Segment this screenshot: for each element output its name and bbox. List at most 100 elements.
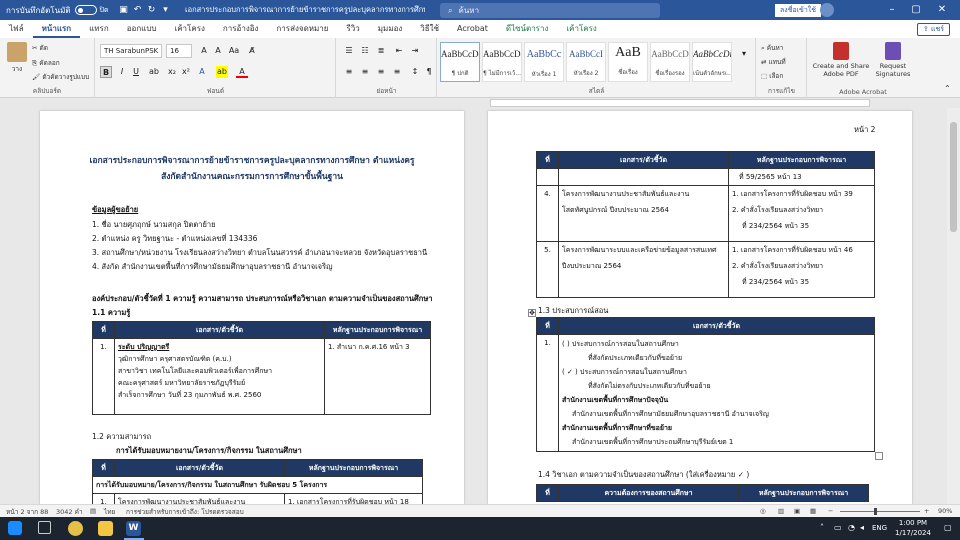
highlight-icon[interactable]: ab xyxy=(216,66,228,78)
share-button[interactable]: ⇪ แชร์ xyxy=(916,23,950,36)
minimize-button[interactable]: – xyxy=(882,2,902,18)
clock-date[interactable]: 1/17/2024 xyxy=(892,529,934,537)
tab-acrobat[interactable]: Acrobat xyxy=(448,20,497,38)
create-share-pdf-button[interactable]: Create and Share Adobe PDF xyxy=(812,42,870,78)
change-case-icon[interactable]: Aa xyxy=(228,45,240,57)
row-document[interactable]: ( ) ประสบการณ์การสอนในสถานศึกษา ที่สังกั… xyxy=(558,334,875,452)
decrease-indent-icon[interactable]: ⇤ xyxy=(393,45,405,57)
close-button[interactable]: ✕ xyxy=(932,2,952,18)
tab-table-layout[interactable]: เค้าโครง xyxy=(557,20,605,38)
numbering-icon[interactable]: ☷ xyxy=(359,45,371,57)
zoom-level[interactable]: 90% xyxy=(938,507,952,515)
tab-home[interactable]: หน้าแรก xyxy=(32,20,81,38)
tab-view[interactable]: มุมมอง xyxy=(369,20,412,38)
chrome-icon[interactable] xyxy=(68,521,83,536)
style-normal[interactable]: AaBbCcDc ¶ ปกติ xyxy=(440,42,480,82)
save-icon[interactable]: ▣ xyxy=(117,3,131,17)
font-color-icon[interactable]: A xyxy=(236,66,248,78)
row-evidence[interactable]: 1. เอกสารโครงการที่รับผิดชอบ หน้า 39 2. ค… xyxy=(728,185,875,242)
show-hidden-icons-icon[interactable]: ˄ xyxy=(820,523,824,532)
style-heading-1[interactable]: AaBbCc หัวเรื่อง 1 xyxy=(524,42,564,82)
style-no-spacing[interactable]: AaBbCcDc ¶ ไม่มีการเว้... xyxy=(482,42,522,82)
tab-file[interactable]: ไฟล์ xyxy=(0,20,33,38)
line-spacing-icon[interactable]: ↕ xyxy=(409,66,421,78)
grow-font-icon[interactable]: A xyxy=(198,45,210,57)
language-status[interactable]: ไทย xyxy=(104,507,115,517)
start-icon[interactable] xyxy=(8,521,22,535)
file-explorer-icon[interactable] xyxy=(98,521,113,536)
avatar[interactable] xyxy=(820,3,834,17)
zoom-out-icon[interactable]: − xyxy=(828,507,833,515)
tab-mailings[interactable]: การส่งจดหมาย xyxy=(267,20,337,38)
subscript-icon[interactable]: x₂ xyxy=(166,66,178,78)
input-language[interactable]: ENG xyxy=(872,524,887,532)
multilevel-list-icon[interactable]: ≣ xyxy=(375,45,387,57)
select-button[interactable]: ⬚ เลือก xyxy=(761,71,783,81)
experience-option-same[interactable]: ( ) ประสบการณ์การสอนในสถานศึกษา xyxy=(562,337,871,351)
show-marks-icon[interactable]: ¶ xyxy=(423,66,435,78)
volume-icon[interactable]: ◂ xyxy=(860,523,864,532)
tab-help[interactable]: วิธีใช้ xyxy=(411,20,448,38)
search-input[interactable]: ⌕ ค้นหา xyxy=(440,3,660,18)
bold-button[interactable]: B xyxy=(100,66,112,78)
table-resize-handle[interactable] xyxy=(875,452,883,460)
request-signatures-button[interactable]: Request Signatures xyxy=(872,42,914,78)
table-move-handle-icon[interactable]: ✥ xyxy=(528,309,536,317)
row-evidence[interactable]: 1. เอกสารโครงการที่รับผิดชอบ หน้า 46 2. ค… xyxy=(728,241,875,298)
scrollbar-thumb[interactable] xyxy=(950,122,957,232)
font-name-select[interactable]: TH SarabunPSK xyxy=(100,44,162,58)
row-document[interactable]: โครงการพัฒนางานประชาสัมพันธ์และงาน xyxy=(114,493,285,504)
underline-button[interactable]: U xyxy=(130,66,142,78)
increase-indent-icon[interactable]: ⇥ xyxy=(409,45,421,57)
undo-icon[interactable]: ↶ xyxy=(131,3,145,17)
style-subtitle[interactable]: AaBbCcD ชื่อเรื่องรอง xyxy=(650,42,690,82)
row-evidence[interactable]: 1. เอกสารโครงการที่รับผิดชอบ หน้า 18 xyxy=(284,493,423,504)
replace-button[interactable]: ⇄ แทนที่ xyxy=(761,57,786,67)
style-emphasis[interactable]: AaBbCcDi เน้นตัวอักษรเ... xyxy=(692,42,732,82)
align-left-icon[interactable]: ≡ xyxy=(343,66,355,78)
font-size-select[interactable]: 16 xyxy=(166,44,192,58)
read-mode-icon[interactable]: ▥ xyxy=(778,507,784,515)
tab-table-design[interactable]: ดีไซน์ตาราง xyxy=(497,20,558,38)
text-effects-icon[interactable]: A xyxy=(196,66,208,78)
proofing-icon[interactable]: ▤ xyxy=(90,507,96,515)
cut-button[interactable]: ✂ ตัด xyxy=(32,43,48,53)
paste-button[interactable]: วาง xyxy=(4,42,30,74)
experience-option-different[interactable]: ( ✓ ) ประสบการณ์การสอนในสถานศึกษา xyxy=(562,365,871,379)
task-view-icon[interactable] xyxy=(38,521,51,534)
redo-icon[interactable]: ↻ xyxy=(145,3,159,17)
accessibility-status[interactable]: การช่วยสำหรับการเข้าถึง: โปรดตรวจสอบ xyxy=(126,507,244,517)
align-center-icon[interactable]: ≡ xyxy=(359,66,371,78)
style-title[interactable]: AaB ชื่อเรื่อง xyxy=(608,42,648,82)
clear-formatting-icon[interactable]: A̸ xyxy=(246,45,258,57)
shrink-font-icon[interactable]: A xyxy=(212,45,224,57)
print-layout-icon[interactable]: ▣ xyxy=(794,507,800,515)
maximize-button[interactable]: ▢ xyxy=(906,2,926,18)
tab-insert[interactable]: แทรก xyxy=(80,20,118,38)
sign-in-button[interactable]: ลงชื่อเข้าใช้ xyxy=(775,4,821,17)
zoom-in-icon[interactable]: + xyxy=(924,507,929,515)
row-document[interactable]: โครงการพัฒนางานประชาสัมพันธ์และงาน โสตทัศ… xyxy=(558,185,729,242)
horizontal-ruler[interactable] xyxy=(490,99,870,107)
word-count[interactable]: 3042 คำ xyxy=(56,507,83,517)
row-document[interactable]: โครงการพัฒนาระบบและเครือข่ายข้อมูลสารสนเ… xyxy=(558,241,729,298)
tab-design[interactable]: ออกแบบ xyxy=(118,20,166,38)
battery-icon[interactable]: ▭ xyxy=(834,523,842,532)
page-count[interactable]: หน้า 2 จาก 88 xyxy=(6,507,48,517)
zoom-slider[interactable] xyxy=(840,511,920,512)
styles-more-icon[interactable]: ▾ xyxy=(738,48,750,60)
focus-icon[interactable]: ◎ xyxy=(760,507,766,515)
zoom-slider-thumb[interactable] xyxy=(874,508,877,515)
bullets-icon[interactable]: ☰ xyxy=(343,45,355,57)
web-layout-icon[interactable]: ▦ xyxy=(810,507,816,515)
tab-layout[interactable]: เค้าโครง xyxy=(165,20,213,38)
vertical-scrollbar[interactable] xyxy=(947,108,960,504)
customize-qat-icon[interactable]: ▾ xyxy=(159,3,173,17)
justify-icon[interactable]: ≡ xyxy=(391,66,403,78)
superscript-icon[interactable]: x² xyxy=(180,66,192,78)
tab-references[interactable]: การอ้างอิง xyxy=(214,20,268,38)
format-painter-button[interactable]: 🖌 ตัวคัดวางรูปแบบ xyxy=(32,72,89,82)
collapse-ribbon-icon[interactable]: ⌃ xyxy=(944,84,951,93)
notifications-icon[interactable]: ▢ xyxy=(944,523,952,532)
row-document[interactable]: ระดับ ปริญญาตรี วุฒิการศึกษา ครุศาสตรบัณ… xyxy=(114,338,325,415)
